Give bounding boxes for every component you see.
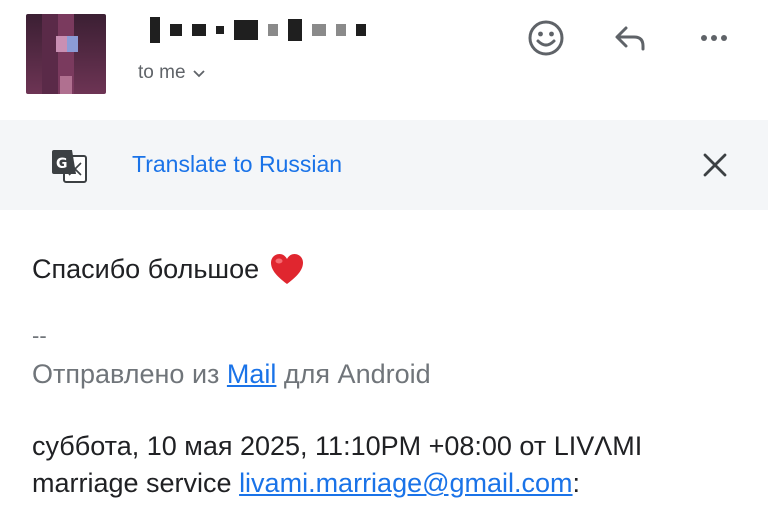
more-options-button[interactable] <box>692 16 736 60</box>
red-heart-icon <box>271 254 304 284</box>
email-header <box>0 0 768 118</box>
emoji-icon <box>528 20 564 56</box>
signature-suffix: для Android <box>276 359 431 389</box>
translate-link[interactable]: Translate to Russian <box>132 151 342 178</box>
quote-line-2: marriage service livami.marriage@gmail.c… <box>32 465 752 502</box>
signature-prefix: Отправлено из <box>32 359 227 389</box>
reply-button[interactable] <box>608 16 652 60</box>
avatar[interactable] <box>26 14 106 94</box>
sender-name-redacted <box>150 17 366 43</box>
reply-icon <box>615 26 645 51</box>
google-translate-icon: G <box>52 150 87 183</box>
signature-separator: -- <box>32 323 47 348</box>
message-greeting: Спасибо большое <box>32 252 305 286</box>
quoted-header: суббота, 10 мая 2025, 11:10PM +08:00 от … <box>32 428 752 502</box>
chevron-down-icon <box>192 70 205 78</box>
quote-sender-name: marriage service <box>32 468 240 498</box>
close-icon[interactable] <box>696 146 734 184</box>
svg-text:G: G <box>56 156 68 172</box>
quote-colon: : <box>572 468 581 498</box>
signature-line: Отправлено из Mail для Android <box>32 359 431 390</box>
recipient-toggle[interactable]: to me <box>138 62 206 84</box>
greeting-text: Спасибо большое <box>32 253 260 284</box>
quote-line-1: суббота, 10 мая 2025, 11:10PM +08:00 от … <box>32 431 643 461</box>
recipient-label: to me <box>138 62 186 83</box>
emoji-reaction-button[interactable] <box>524 16 568 60</box>
more-icon <box>701 35 727 41</box>
mail-app-link[interactable]: Mail <box>227 359 277 389</box>
sender-email-link[interactable]: livami.marriage@gmail.com <box>239 468 572 498</box>
translate-bar <box>0 120 768 210</box>
